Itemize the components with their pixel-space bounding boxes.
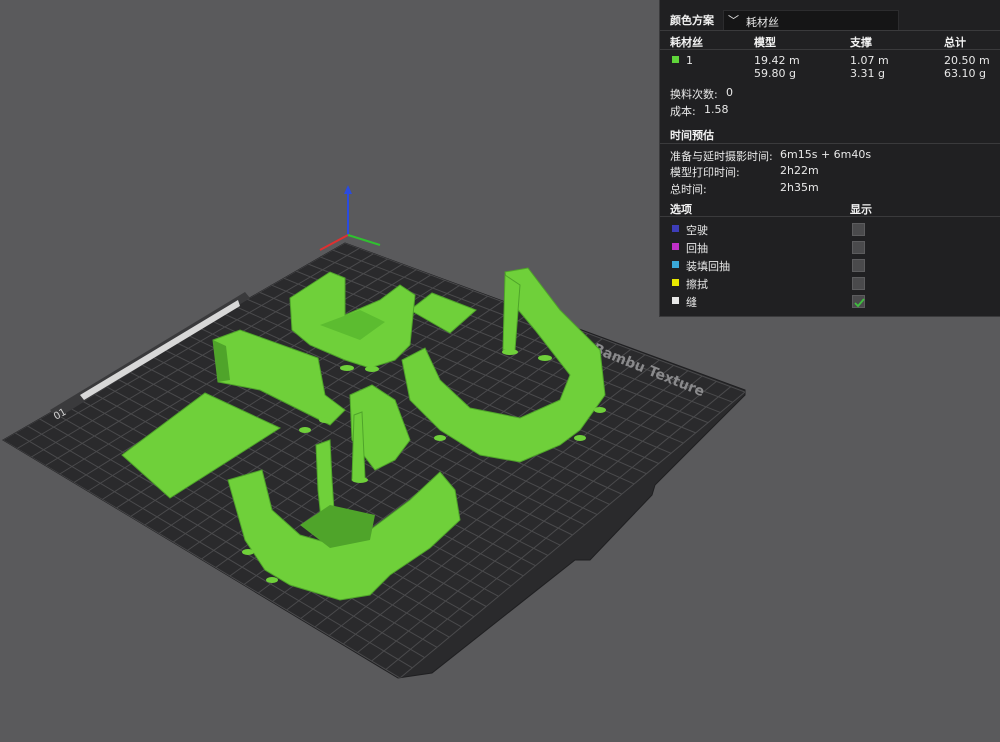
chevron-down-icon: ﹀ bbox=[728, 14, 739, 27]
option-display-checkbox[interactable] bbox=[852, 277, 865, 290]
option-color-swatch bbox=[672, 279, 679, 286]
total-time-value: 2h35m bbox=[780, 181, 819, 194]
option-label: 装填回抽 bbox=[686, 260, 730, 273]
option-display-checkbox[interactable] bbox=[852, 295, 865, 308]
model-print-time-label: 模型打印时间: bbox=[670, 166, 740, 179]
total-time-label: 总时间: bbox=[670, 183, 707, 196]
display-header: 显示 bbox=[850, 203, 872, 216]
option-color-swatch bbox=[672, 225, 679, 232]
option-label: 回抽 bbox=[686, 242, 708, 255]
option-color-swatch bbox=[672, 297, 679, 304]
support-weight: 3.31 g bbox=[850, 67, 885, 80]
support-length: 1.07 m bbox=[850, 54, 889, 67]
filament-changes-value: 0 bbox=[726, 86, 733, 99]
total-length: 20.50 m bbox=[944, 54, 990, 67]
prep-time-label: 准备与延时摄影时间: bbox=[670, 150, 773, 163]
options-header: 选项 bbox=[670, 203, 692, 216]
slice-stats-panel: 颜色方案 ﹀ 耗材丝 耗材丝 模型 支撑 总计 1 19.42 m 59.80 … bbox=[659, 0, 1000, 317]
model-print-time-value: 2h22m bbox=[780, 164, 819, 177]
filament-index: 1 bbox=[686, 54, 693, 67]
time-estimate-header: 时间预估 bbox=[670, 129, 714, 142]
filament-color-swatch bbox=[672, 56, 679, 63]
model-weight: 59.80 g bbox=[754, 67, 796, 80]
option-display-checkbox[interactable] bbox=[852, 241, 865, 254]
color-scheme-dropdown[interactable]: ﹀ 耗材丝 bbox=[723, 10, 899, 31]
option-display-checkbox[interactable] bbox=[852, 223, 865, 236]
col-header-filament: 耗材丝 bbox=[670, 36, 703, 49]
option-color-swatch bbox=[672, 243, 679, 250]
filament-changes-label: 换料次数: bbox=[670, 88, 718, 101]
cost-value: 1.58 bbox=[704, 103, 729, 116]
axis-gizmo bbox=[319, 185, 381, 251]
option-label: 缝 bbox=[686, 296, 697, 309]
model-length: 19.42 m bbox=[754, 54, 800, 67]
checkmark-icon bbox=[854, 298, 865, 308]
col-header-total: 总计 bbox=[944, 36, 966, 49]
prep-time-value: 6m15s + 6m40s bbox=[780, 148, 872, 161]
col-header-support: 支撑 bbox=[850, 36, 872, 49]
option-display-checkbox[interactable] bbox=[852, 259, 865, 272]
color-scheme-label: 颜色方案 bbox=[670, 14, 714, 27]
option-label: 擦拭 bbox=[686, 278, 708, 291]
option-color-swatch bbox=[672, 261, 679, 268]
option-label: 空驶 bbox=[686, 224, 708, 237]
color-scheme-value: 耗材丝 bbox=[746, 16, 779, 29]
total-weight: 63.10 g bbox=[944, 67, 986, 80]
cost-label: 成本: bbox=[670, 105, 696, 118]
col-header-model: 模型 bbox=[754, 36, 776, 49]
